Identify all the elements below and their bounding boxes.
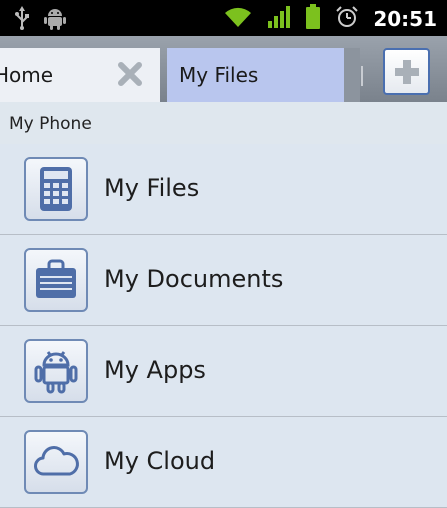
tab-my-files[interactable]: My Files	[167, 48, 344, 102]
list-item-my-files[interactable]: My Files	[0, 144, 447, 235]
status-time: 20:51	[373, 7, 437, 31]
list-item-label: My Files	[104, 174, 200, 202]
usb-icon	[14, 6, 30, 34]
tab-home-label: Home	[0, 63, 54, 87]
tab-divider-line	[361, 66, 363, 86]
signal-icon	[267, 5, 291, 33]
alarm-icon	[335, 5, 359, 33]
wifi-icon	[223, 5, 253, 33]
briefcase-icon	[24, 248, 88, 312]
tab-bar: Home My Files	[0, 36, 447, 102]
close-icon[interactable]	[116, 60, 144, 88]
list-item-label: My Apps	[104, 356, 206, 384]
plus-icon	[395, 60, 419, 84]
section-header: My Phone	[0, 102, 447, 144]
status-bar: 20:51	[0, 0, 447, 36]
list-item-my-cloud[interactable]: My Cloud	[0, 417, 447, 508]
android-icon	[24, 339, 88, 403]
tab-divider	[344, 48, 360, 102]
android-debug-icon	[44, 6, 66, 34]
section-header-label: My Phone	[9, 114, 92, 134]
list-item-label: My Cloud	[104, 447, 216, 475]
list-item-label: My Documents	[104, 265, 284, 293]
battery-icon	[305, 4, 321, 34]
list-item-my-documents[interactable]: My Documents	[0, 235, 447, 326]
location-list: My Files My Documents My Apps My Cloud	[0, 144, 447, 508]
tab-my-files-label: My Files	[179, 63, 259, 87]
calculator-icon	[24, 157, 88, 221]
cloud-icon	[24, 430, 88, 494]
list-item-my-apps[interactable]: My Apps	[0, 326, 447, 417]
tab-home[interactable]: Home	[0, 48, 160, 102]
add-tab-button[interactable]	[383, 48, 430, 95]
